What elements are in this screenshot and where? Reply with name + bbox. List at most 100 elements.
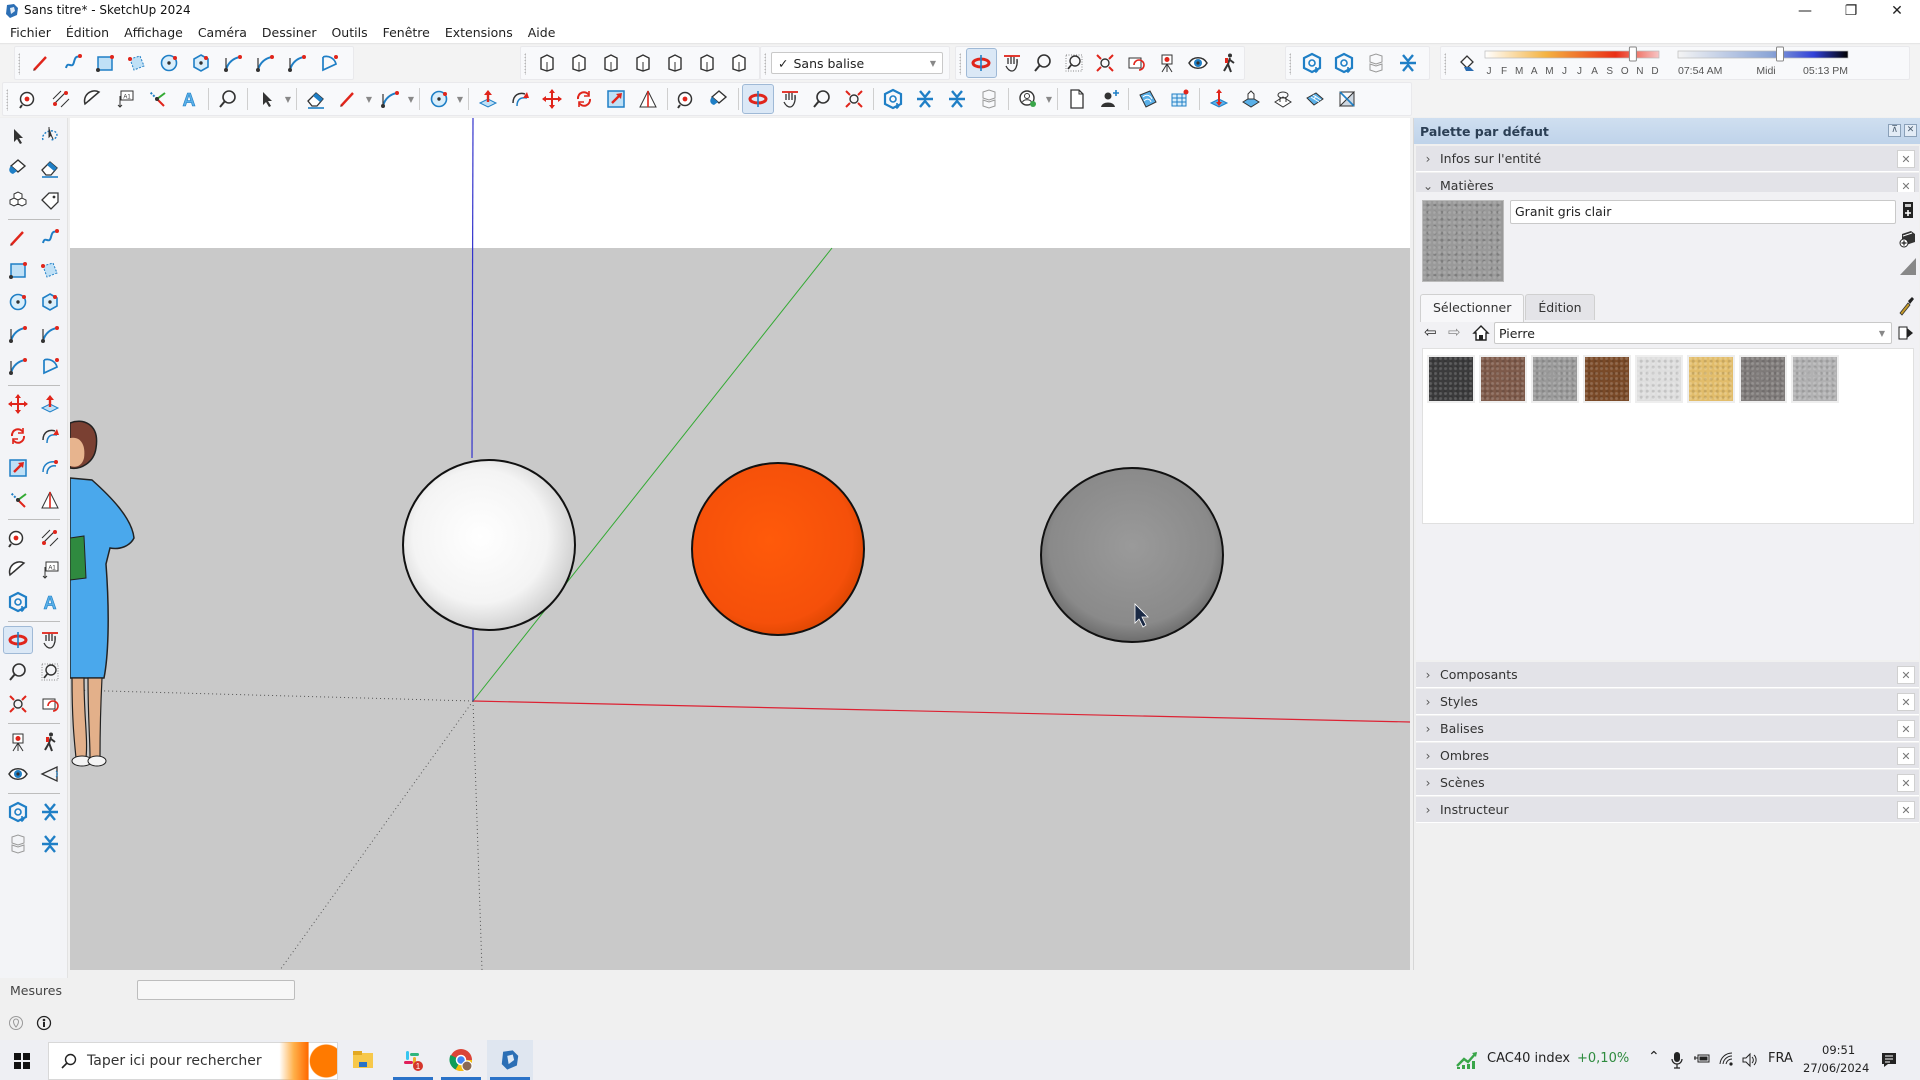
close-panel-button[interactable]: ✕ xyxy=(1897,666,1915,684)
rotate-button[interactable] xyxy=(3,422,33,450)
taskbar-slack[interactable]: 1 xyxy=(390,1040,436,1080)
scale-button[interactable] xyxy=(3,454,33,482)
dimensions-button[interactable] xyxy=(35,524,65,552)
swatch-brown-stone[interactable] xyxy=(1583,355,1631,403)
front-view-button[interactable] xyxy=(595,48,627,78)
top-view-button[interactable] xyxy=(563,48,595,78)
previous-view-button[interactable] xyxy=(1120,48,1151,78)
polygon-button[interactable] xyxy=(35,288,65,316)
rectangle-button[interactable] xyxy=(3,256,33,284)
stamp-button[interactable] xyxy=(1235,84,1267,114)
menu-dessiner[interactable]: Dessiner xyxy=(258,22,324,43)
eyedropper-icon[interactable] xyxy=(1897,296,1915,316)
zoom-window-button[interactable] xyxy=(1059,48,1090,78)
orbit-button[interactable] xyxy=(742,84,774,114)
zoom-button[interactable] xyxy=(3,658,33,686)
section-cuts-button[interactable] xyxy=(1360,48,1392,78)
swatch-gray-granite[interactable] xyxy=(1531,355,1579,403)
panel-composants[interactable]: › Composants ✕ xyxy=(1416,662,1919,688)
display-secondary-selection-icon[interactable] xyxy=(1899,200,1917,220)
pan-button[interactable] xyxy=(774,84,806,114)
zoom-extents-button[interactable] xyxy=(1090,48,1121,78)
close-panel-button[interactable]: ✕ xyxy=(1897,774,1915,792)
select-button[interactable] xyxy=(251,84,283,114)
pan-button[interactable] xyxy=(997,48,1028,78)
push-pull-button[interactable] xyxy=(472,84,504,114)
rotate-button[interactable] xyxy=(568,84,600,114)
look-around-button[interactable] xyxy=(1182,48,1213,78)
protractor-button[interactable] xyxy=(3,556,33,584)
new-file-button[interactable] xyxy=(1061,84,1093,114)
follow-me-button[interactable] xyxy=(504,84,536,114)
freehand-tool-button[interactable] xyxy=(57,48,89,78)
swatch-dark-stone[interactable] xyxy=(1427,355,1475,403)
taskbar-file-explorer[interactable] xyxy=(340,1040,386,1080)
zoom-button[interactable] xyxy=(212,84,244,114)
circle-button[interactable] xyxy=(3,288,33,316)
section-cut-button[interactable] xyxy=(941,84,973,114)
dropdown-arrow-icon[interactable]: ▼ xyxy=(283,95,293,104)
home-icon[interactable] xyxy=(1472,324,1490,342)
three-point-arc-button[interactable] xyxy=(281,48,313,78)
notifications-icon[interactable] xyxy=(1880,1051,1898,1069)
tab-select[interactable]: Sélectionner xyxy=(1420,294,1525,322)
text-label-button[interactable]: A1 xyxy=(109,84,141,114)
panel-instructeur[interactable]: › Instructeur ✕ xyxy=(1416,797,1919,823)
right-view-button[interactable] xyxy=(627,48,659,78)
line-tool-button[interactable] xyxy=(25,48,57,78)
section-plane-fill-button[interactable] xyxy=(1328,48,1360,78)
material-name-input[interactable]: Granit gris clair xyxy=(1510,200,1896,224)
position-camera-button[interactable] xyxy=(1151,48,1182,78)
bottom-view-button[interactable] xyxy=(723,48,755,78)
create-material-icon[interactable] xyxy=(1899,228,1917,248)
flip-edge-button[interactable] xyxy=(1331,84,1363,114)
zoom-window-button[interactable] xyxy=(35,658,65,686)
material-library-select[interactable]: Pierre ▼ xyxy=(1494,322,1892,344)
swatch-brown-granite[interactable] xyxy=(1479,355,1527,403)
menu-outils[interactable]: Outils xyxy=(327,22,374,43)
tape-button[interactable] xyxy=(671,84,703,114)
walk-button[interactable] xyxy=(35,728,65,756)
forward-arrow-icon[interactable]: ⇨ xyxy=(1448,323,1461,341)
sound-button[interactable] xyxy=(35,760,65,788)
tag-button[interactable] xyxy=(35,186,65,214)
menu-edition[interactable]: Édition xyxy=(62,22,116,43)
drape-button[interactable] xyxy=(1267,84,1299,114)
arc-button[interactable] xyxy=(3,320,33,348)
add-detail-button[interactable] xyxy=(1299,84,1331,114)
panel-entity-info[interactable]: › Infos sur l'entité ✕ xyxy=(1416,146,1919,172)
push-pull-button[interactable] xyxy=(35,390,65,418)
restore-button[interactable]: ❐ xyxy=(1828,0,1874,22)
section-plane-button[interactable] xyxy=(877,84,909,114)
dimensions-button[interactable] xyxy=(45,84,77,114)
flip-button[interactable] xyxy=(632,84,664,114)
flip-button[interactable] xyxy=(35,486,65,514)
zoom-button[interactable] xyxy=(1028,48,1059,78)
details-arrow-icon[interactable] xyxy=(1897,324,1915,342)
3d-text-button[interactable]: A xyxy=(173,84,205,114)
clock-time[interactable]: 09:51 xyxy=(1822,1043,1855,1057)
swatch-mottled-granite[interactable] xyxy=(1739,355,1787,403)
shadow-toggle-button[interactable] xyxy=(1451,48,1483,78)
tape-measure-button[interactable] xyxy=(13,84,45,114)
section-plane-button[interactable] xyxy=(1296,48,1328,78)
section-settings-button[interactable] xyxy=(35,830,65,858)
stock-name[interactable]: CAC40 index xyxy=(1487,1051,1570,1066)
circle-tool-button[interactable] xyxy=(153,48,185,78)
tag-select[interactable]: ✓ Sans balise ▼ xyxy=(771,52,943,74)
close-button[interactable]: ✕ xyxy=(1874,0,1920,22)
show-hidden-icons-button[interactable]: ⌃ xyxy=(1648,1049,1660,1065)
section-display-button[interactable] xyxy=(909,84,941,114)
axes-button[interactable] xyxy=(3,486,33,514)
follow-me-button[interactable] xyxy=(35,422,65,450)
component-button[interactable] xyxy=(3,186,33,214)
wifi-icon[interactable] xyxy=(1719,1052,1735,1068)
microphone-icon[interactable] xyxy=(1671,1051,1683,1069)
white-sphere[interactable] xyxy=(402,459,576,631)
pan-button[interactable] xyxy=(35,626,65,654)
rotated-rectangle-button[interactable] xyxy=(121,48,153,78)
battery-icon[interactable] xyxy=(1693,1053,1711,1065)
smoove-button[interactable] xyxy=(1203,84,1235,114)
taskbar-sketchup[interactable] xyxy=(487,1040,533,1080)
circle-button[interactable] xyxy=(423,84,455,114)
